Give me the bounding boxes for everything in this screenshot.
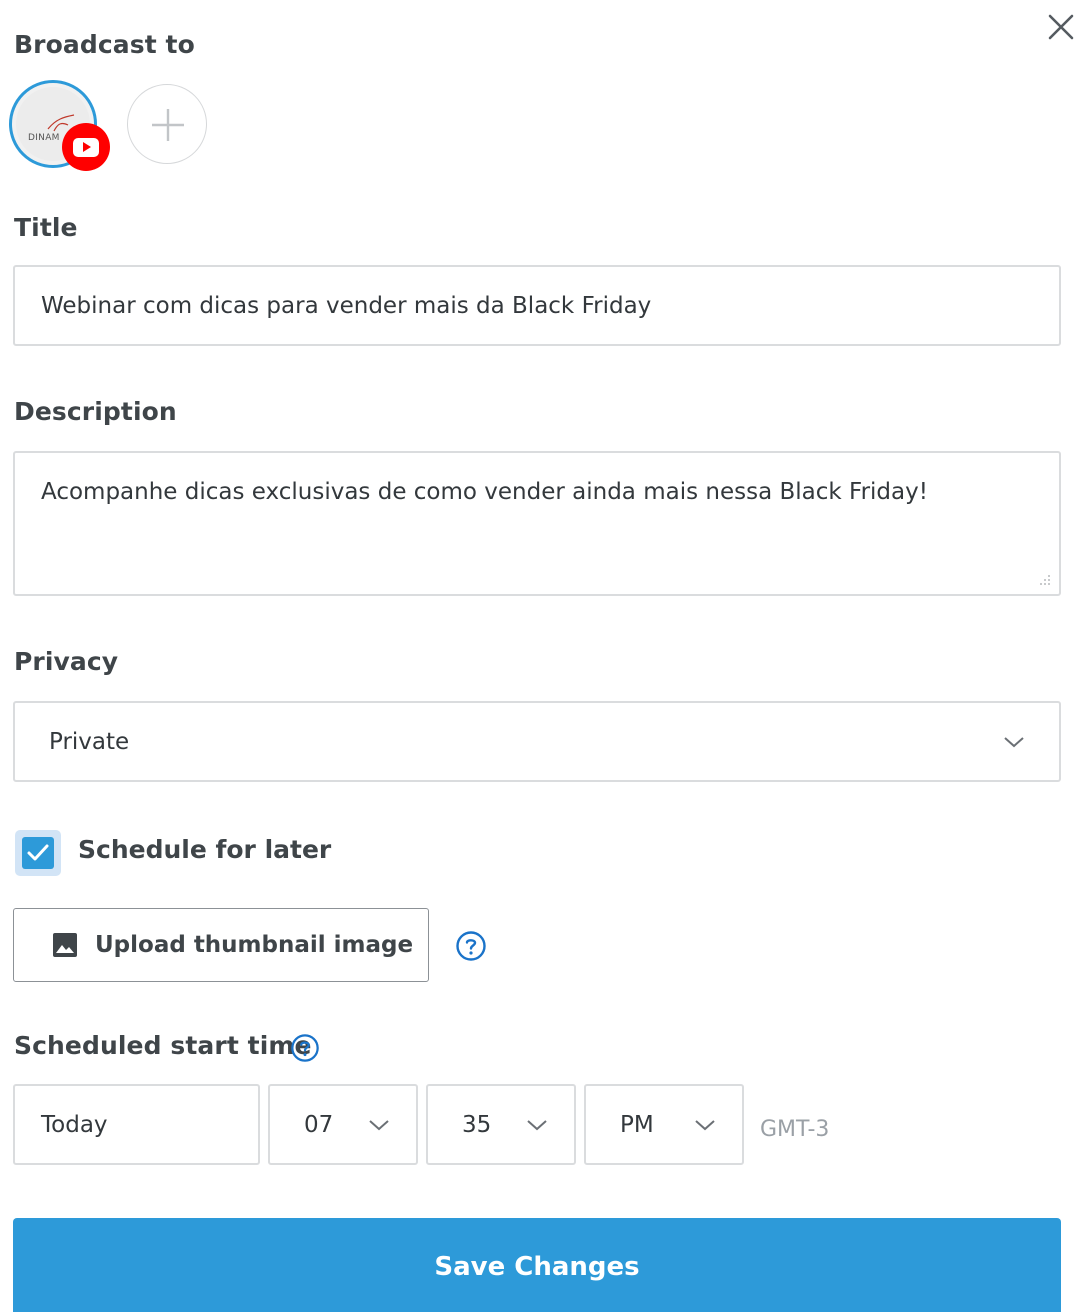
privacy-select[interactable]: Private: [13, 701, 1061, 782]
title-input-value: Webinar com dicas para vender mais da Bl…: [41, 292, 652, 319]
chevron-down-icon: [527, 1119, 547, 1130]
minute-select[interactable]: 35: [426, 1084, 576, 1165]
youtube-icon: [62, 123, 110, 171]
upload-thumbnail-label: Upload thumbnail image: [95, 932, 414, 958]
title-input[interactable]: Webinar com dicas para vender mais da Bl…: [13, 265, 1061, 346]
description-label: Description: [14, 397, 177, 426]
plus-icon: [152, 109, 184, 141]
schedule-checkbox[interactable]: [15, 830, 61, 876]
schedule-label[interactable]: Schedule for later: [78, 835, 331, 864]
period-value: PM: [620, 1111, 654, 1138]
upload-thumbnail-button[interactable]: Upload thumbnail image: [13, 908, 429, 982]
add-destination-button[interactable]: [127, 84, 207, 164]
timezone-label: GMT-3: [760, 1117, 830, 1142]
help-circle-icon[interactable]: [455, 930, 487, 962]
checkmark-icon: [27, 844, 49, 861]
title-label: Title: [14, 213, 78, 242]
close-button[interactable]: [1044, 10, 1078, 44]
scheduled-start-time-label: Scheduled start time: [14, 1031, 312, 1060]
chevron-down-icon: [1004, 736, 1024, 747]
privacy-selected-value: Private: [49, 728, 130, 755]
privacy-label: Privacy: [14, 647, 119, 676]
resize-grip-icon[interactable]: [1039, 574, 1051, 586]
channel-logo-text: DINAM: [28, 133, 60, 143]
image-icon: [53, 933, 77, 957]
description-textarea[interactable]: Acompanhe dicas exclusivas de como vende…: [13, 451, 1061, 596]
hour-value: 07: [304, 1111, 334, 1138]
broadcast-to-label: Broadcast to: [14, 30, 195, 59]
day-select[interactable]: Today: [13, 1084, 260, 1165]
period-select[interactable]: PM: [584, 1084, 744, 1165]
description-value: Acompanhe dicas exclusivas de como vende…: [41, 479, 928, 505]
start-time-help-icon[interactable]: [290, 1033, 320, 1063]
minute-value: 35: [462, 1111, 492, 1138]
destination-avatar[interactable]: DINAM: [9, 80, 110, 171]
hour-select[interactable]: 07: [268, 1084, 418, 1165]
chevron-down-icon: [369, 1119, 389, 1130]
day-value: Today: [41, 1111, 108, 1138]
save-changes-button[interactable]: Save Changes: [13, 1218, 1061, 1312]
chevron-down-icon: [695, 1119, 715, 1130]
close-icon: [1048, 14, 1074, 40]
